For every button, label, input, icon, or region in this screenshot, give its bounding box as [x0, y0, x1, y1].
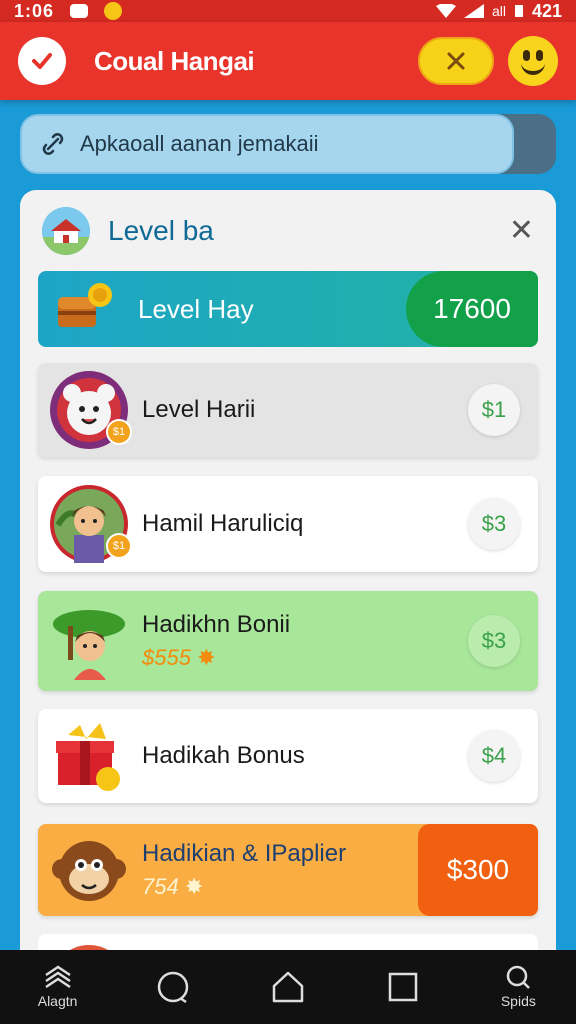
- item-bonus: $555 ✸: [142, 645, 290, 671]
- item-title: Level Harii: [142, 396, 256, 423]
- app-bar: Coual Hangai: [0, 22, 576, 100]
- list-item[interactable]: $1 Level Harii $1: [38, 363, 538, 457]
- close-icon: [447, 52, 465, 70]
- level-badge: $1: [106, 533, 132, 559]
- item-title: Hadikhn Bonii: [142, 611, 291, 638]
- item-title: Hadikah Bonus: [142, 742, 305, 769]
- battery-level: 421: [531, 0, 562, 21]
- featured-level-label: Level Hay: [138, 293, 254, 324]
- treasure-chest-icon: [58, 283, 112, 327]
- status-bar: 1:06 all 421: [0, 0, 576, 22]
- tree-boy-avatar: [50, 602, 128, 680]
- search-text: Apkaoall aanan jemakaii: [80, 131, 319, 156]
- home-layers-icon: [44, 965, 71, 989]
- nav-home-label: Alagtn: [37, 993, 78, 1009]
- search-input[interactable]: Apkaoall aanan jemakaii: [20, 114, 514, 174]
- check-back-icon: [32, 53, 52, 69]
- list-item[interactable]: $1 Hamil Haruliciq $3: [38, 476, 538, 572]
- list-item[interactable]: Hadikhn Bonii $555 ✸ $3: [38, 591, 538, 691]
- nav-home-button[interactable]: [248, 950, 328, 1024]
- item-price[interactable]: $1: [468, 384, 520, 436]
- search-container: Apkaoall aanan jemakaii: [20, 114, 556, 174]
- level-badge: $1: [106, 419, 132, 445]
- nav-back[interactable]: [133, 950, 213, 1024]
- wifi-icon: [435, 4, 456, 18]
- item-bonus-value: 754: [142, 874, 179, 899]
- item-price[interactable]: $3: [468, 498, 520, 550]
- item-title: Hamil Haruliciq: [142, 510, 304, 537]
- modal-header: Level ba ✕: [20, 190, 556, 272]
- list-item[interactable]: Hadikah Bonus $4: [38, 709, 538, 803]
- back-circle-icon: [157, 971, 189, 1004]
- modal-close-icon[interactable]: ✕: [509, 216, 534, 246]
- item-bonus: 754 ✸: [142, 874, 346, 900]
- nav-recents[interactable]: [363, 950, 443, 1024]
- list-item[interactable]: Hadikian & IPaplier 754 ✸ $300: [38, 824, 538, 916]
- status-time: 1:06: [14, 0, 55, 21]
- item-price[interactable]: $300: [418, 824, 538, 916]
- featured-level-value: 17600: [406, 271, 538, 347]
- notification-icon: [70, 4, 89, 18]
- item-title: Hadikian & IPaplier: [142, 840, 347, 867]
- app-title: Coual Hangai: [94, 45, 255, 76]
- bear-avatar: $1: [50, 371, 132, 449]
- monkey-avatar: [50, 831, 128, 909]
- smiley-mouth: [521, 63, 545, 75]
- sparkle-icon: ✸: [184, 874, 204, 899]
- girl-avatar: $1: [50, 485, 132, 563]
- link-icon: [42, 133, 64, 155]
- house-icon: [42, 207, 90, 255]
- level-modal: Level ba ✕ Level Hay 17600 $1 Level Hari…: [20, 190, 556, 990]
- item-price[interactable]: $3: [468, 615, 520, 667]
- smiley-eye-right: [536, 50, 543, 61]
- nav-home[interactable]: Alagtn: [18, 950, 98, 1024]
- item-bonus-value: $555: [142, 645, 191, 670]
- gift-box-icon: [50, 717, 128, 795]
- item-price[interactable]: $4: [468, 730, 520, 782]
- featured-level-row[interactable]: Level Hay 17600: [38, 271, 538, 347]
- signal-icon: [463, 4, 484, 18]
- smiley-eye-left: [523, 50, 530, 61]
- profile-smiley-button[interactable]: [508, 36, 558, 86]
- close-button[interactable]: [418, 37, 494, 85]
- emoji-notification-icon: [104, 2, 123, 20]
- home-icon: [272, 971, 304, 1003]
- nav-search-label: Spids: [500, 993, 536, 1009]
- bottom-nav: Alagtn Spids: [0, 950, 576, 1024]
- search-icon: [507, 965, 531, 989]
- modal-title: Level ba: [108, 215, 214, 246]
- nav-search[interactable]: Spids: [478, 950, 558, 1024]
- sparkle-icon: ✸: [197, 645, 216, 670]
- battery-icon: [514, 5, 523, 17]
- back-button[interactable]: [18, 37, 66, 85]
- square-icon: [388, 972, 418, 1002]
- signal-text: all: [491, 3, 506, 19]
